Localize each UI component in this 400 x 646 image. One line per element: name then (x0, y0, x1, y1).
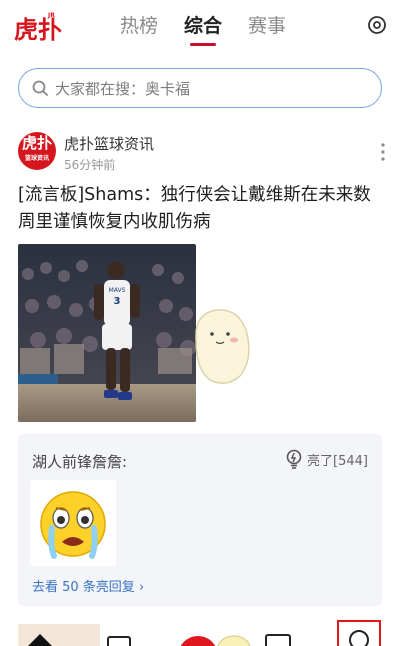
like-count: 亮了[544] (307, 453, 368, 469)
nav-profile-tab[interactable] (337, 620, 381, 646)
svg-text:3: 3 (114, 296, 121, 307)
tab-general[interactable]: 综合 (184, 12, 222, 46)
post-title[interactable]: [流言板]Shams：独行侠会让戴维斯在未来数周里谨慎恢复内收肌伤病 (18, 182, 384, 236)
svg-text:JR: JR (47, 12, 55, 19)
more-replies-text: 去看 50 条亮回复 (32, 580, 135, 595)
nav-home-tab[interactable] (18, 624, 100, 646)
hot-comment-card[interactable]: 湖人前锋詹詹: 亮了[544] 去看 50 条亮回复 › (18, 434, 382, 606)
bottom-nav (0, 616, 400, 646)
top-tabs: 热榜 综合 赛事 (120, 12, 286, 46)
comment-username[interactable]: 湖人前锋詹詹: (32, 451, 127, 472)
search-icon (32, 80, 48, 96)
profile-icon (349, 630, 369, 646)
search-placeholder: 大家都在搜：奥卡福 (55, 79, 191, 98)
settings-icon[interactable] (366, 14, 388, 36)
crying-face-icon (40, 491, 106, 559)
top-header: 虎扑 JR 热榜 综合 赛事 (0, 0, 400, 56)
post-time: 56分钟前 (64, 158, 116, 172)
nav-news-icon[interactable] (107, 636, 131, 646)
post-image[interactable]: MAVS 3 (18, 244, 196, 422)
author-avatar[interactable]: 虎扑 篮球资讯 (18, 132, 56, 170)
search-bar[interactable]: 大家都在搜：奥卡福 (18, 68, 382, 108)
mascot-sticker (195, 309, 250, 384)
avatar-logo-text: 虎扑 (21, 134, 52, 152)
nav-center-button[interactable] (178, 636, 218, 646)
mascot-icon (217, 635, 251, 646)
crying-emoji-sticker[interactable] (30, 480, 116, 566)
home-icon (28, 634, 52, 646)
author-name[interactable]: 虎扑篮球资讯 (64, 133, 154, 154)
lightbulb-icon (286, 449, 302, 469)
avatar-sub-text: 篮球资讯 (24, 155, 49, 162)
tab-hot[interactable]: 热榜 (120, 12, 158, 46)
hupu-logo[interactable]: 虎扑 JR (14, 8, 62, 46)
more-replies-link[interactable]: 去看 50 条亮回复 › (32, 576, 144, 595)
basketball-photo: MAVS 3 (18, 244, 196, 422)
like-button[interactable]: 亮了[544] (285, 449, 368, 469)
tab-events[interactable]: 赛事 (248, 12, 286, 46)
nav-message-icon[interactable] (265, 634, 291, 646)
more-vertical-icon[interactable] (380, 142, 386, 162)
chevron-right-icon: › (138, 580, 145, 595)
svg-text:MAVS: MAVS (109, 287, 126, 294)
svg-text:虎扑: 虎扑 (14, 16, 62, 44)
